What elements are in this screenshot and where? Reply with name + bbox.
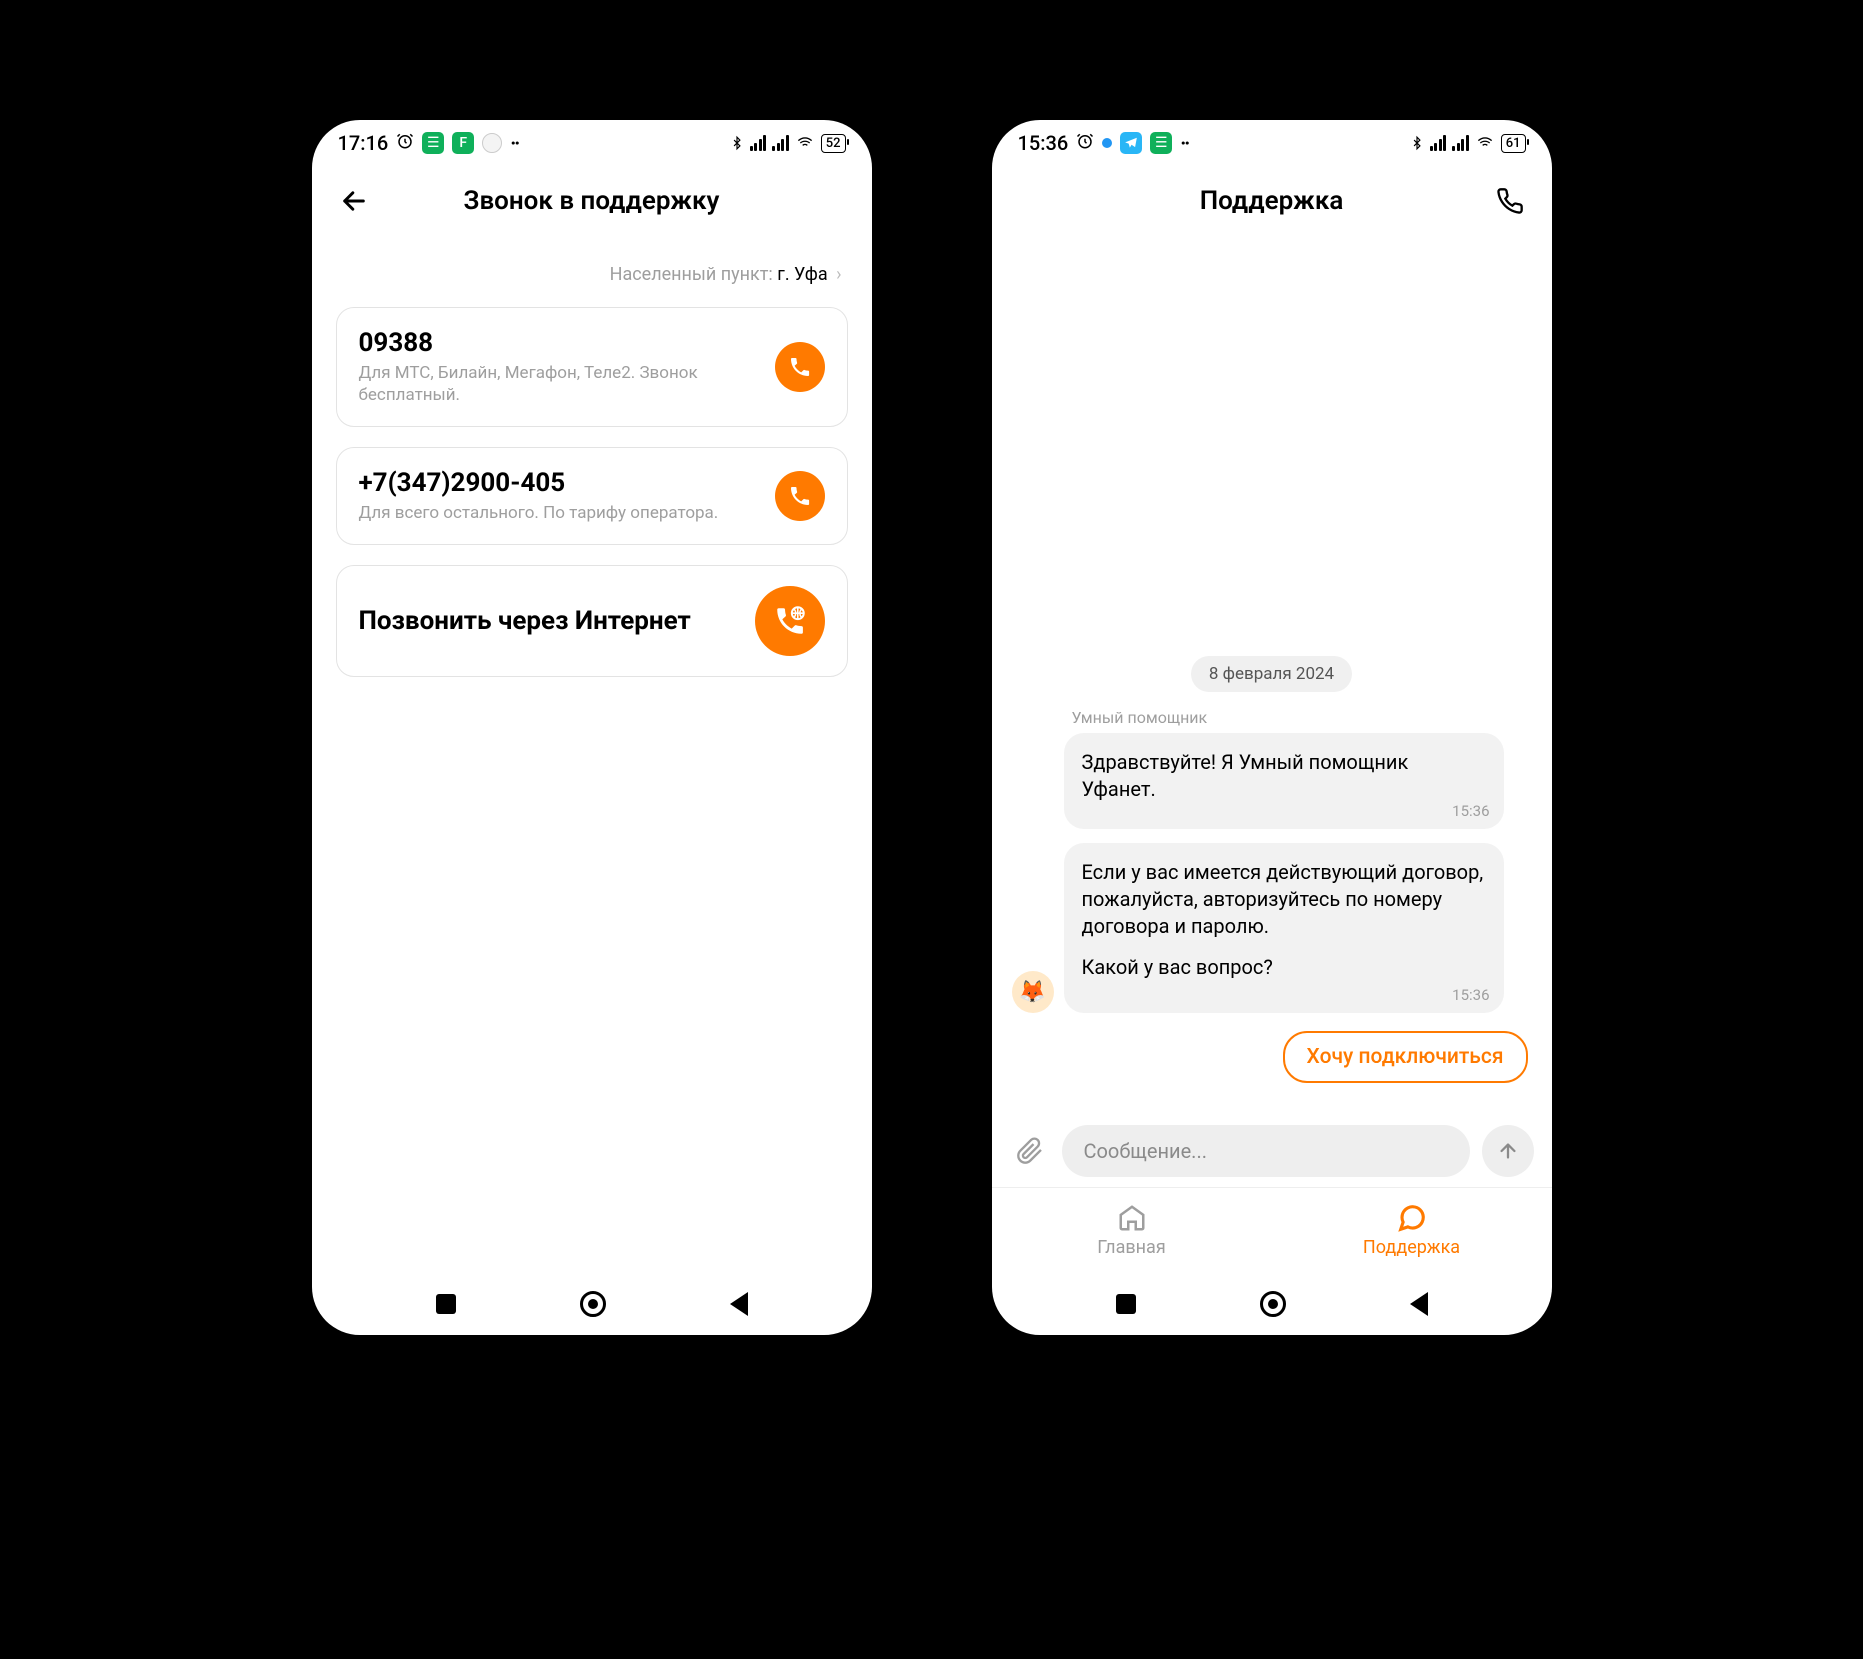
android-nav-bar — [992, 1273, 1552, 1335]
message-composer: Сообщение... — [992, 1121, 1552, 1187]
bot-avatar: 🦊 — [1012, 971, 1054, 1013]
alarm-icon — [396, 131, 414, 155]
locality-selector[interactable]: Населенный пункт: г. Уфа › — [312, 236, 872, 307]
status-bar: 15:36 ☰ ·· 61 — [992, 120, 1552, 166]
call-button[interactable] — [775, 471, 825, 521]
input-placeholder: Сообщение... — [1084, 1139, 1208, 1163]
nav-recent-button[interactable] — [1116, 1294, 1136, 1314]
message-row: 🦊 Здравствуйте! Я Умный помощник Уфанет.… — [1012, 733, 1532, 829]
chat-area: 8 февраля 2024 Умный помощник 🦊 Здравств… — [992, 236, 1552, 1121]
nav-back-button[interactable] — [730, 1292, 748, 1316]
status-more-icon: ·· — [510, 131, 518, 155]
status-more-icon: ·· — [1180, 131, 1188, 155]
message-text: Если у вас имеется действующий договор, … — [1082, 859, 1486, 940]
bluetooth-icon — [1410, 134, 1424, 152]
battery-indicator: 52 — [821, 134, 846, 153]
signal-icon — [1452, 135, 1469, 151]
internet-call-button[interactable] — [755, 586, 825, 656]
locality-city: г. Уфа — [777, 264, 827, 285]
locality-label: Населенный пункт: — [610, 264, 773, 285]
tab-support[interactable]: Поддержка — [1272, 1188, 1552, 1273]
message-time: 15:36 — [1452, 801, 1489, 821]
status-time: 17:16 — [338, 131, 389, 155]
sender-name: Умный помощник — [1072, 708, 1532, 727]
send-button[interactable] — [1482, 1125, 1534, 1177]
alarm-icon — [1076, 131, 1094, 155]
signal-icon — [1430, 135, 1447, 151]
phone-card-full[interactable]: +7(347)2900-405 Для всего остального. По… — [336, 447, 848, 545]
tab-label: Главная — [1097, 1237, 1165, 1258]
bottom-tab-bar: Главная Поддержка — [992, 1187, 1552, 1273]
message-text: Здравствуйте! Я Умный помощник Уфанет. — [1082, 750, 1409, 801]
nav-recent-button[interactable] — [436, 1294, 456, 1314]
status-app-icon — [482, 133, 502, 153]
status-app-icon: F — [452, 132, 474, 154]
attach-button[interactable] — [1010, 1131, 1050, 1171]
phone-number: +7(347)2900-405 — [359, 468, 761, 498]
signal-icon — [750, 135, 767, 151]
app-bar: Звонок в поддержку — [312, 166, 872, 236]
android-nav-bar — [312, 1273, 872, 1335]
chevron-right-icon: › — [836, 264, 841, 285]
message-time: 15:36 — [1452, 985, 1489, 1005]
nav-back-button[interactable] — [1410, 1292, 1428, 1316]
message-row: 🦊 Если у вас имеется действующий договор… — [1012, 843, 1532, 1013]
date-separator: 8 февраля 2024 — [1191, 656, 1352, 692]
nav-home-button[interactable] — [580, 1291, 606, 1317]
battery-indicator: 61 — [1501, 134, 1526, 153]
wifi-icon — [1475, 135, 1495, 151]
internet-call-card[interactable]: Позвонить через Интернет — [336, 565, 848, 677]
phone-number: 09388 — [359, 328, 761, 358]
status-time: 15:36 — [1018, 131, 1069, 155]
nav-home-button[interactable] — [1260, 1291, 1286, 1317]
phone-support-chat: 15:36 ☰ ·· 61 Поддержка 8 февраля 2024 У… — [992, 120, 1552, 1335]
wifi-icon — [795, 135, 815, 151]
status-bar: 17:16 ☰ F ·· 52 — [312, 120, 872, 166]
status-app-icon — [1120, 132, 1142, 154]
page-title: Звонок в поддержку — [312, 186, 872, 216]
bluetooth-icon — [730, 134, 744, 152]
message-input[interactable]: Сообщение... — [1062, 1125, 1470, 1177]
status-app-icon: ☰ — [422, 132, 444, 154]
message-bubble: Здравствуйте! Я Умный помощник Уфанет. 1… — [1064, 733, 1504, 829]
quick-reply-button[interactable]: Хочу подключиться — [1283, 1031, 1528, 1083]
app-bar: Поддержка — [992, 166, 1552, 236]
tab-home[interactable]: Главная — [992, 1188, 1272, 1273]
status-notification-dot — [1102, 138, 1112, 148]
page-title: Поддержка — [992, 186, 1552, 216]
message-bubble: Если у вас имеется действующий договор, … — [1064, 843, 1504, 1013]
status-app-icon: ☰ — [1150, 132, 1172, 154]
phone-subtitle: Для МТС, Билайн, Мегафон, Теле2. Звонок … — [359, 362, 761, 406]
internet-call-label: Позвонить через Интернет — [359, 605, 741, 638]
phone-subtitle: Для всего остального. По тарифу оператор… — [359, 502, 761, 524]
call-button[interactable] — [775, 342, 825, 392]
signal-icon — [772, 135, 789, 151]
tab-label: Поддержка — [1363, 1237, 1460, 1258]
phone-card-short[interactable]: 09388 Для МТС, Билайн, Мегафон, Теле2. З… — [336, 307, 848, 427]
phone-call-support: 17:16 ☰ F ·· 52 Звонок в поддержку Насел… — [312, 120, 872, 1335]
message-text: Какой у вас вопрос? — [1082, 954, 1486, 981]
